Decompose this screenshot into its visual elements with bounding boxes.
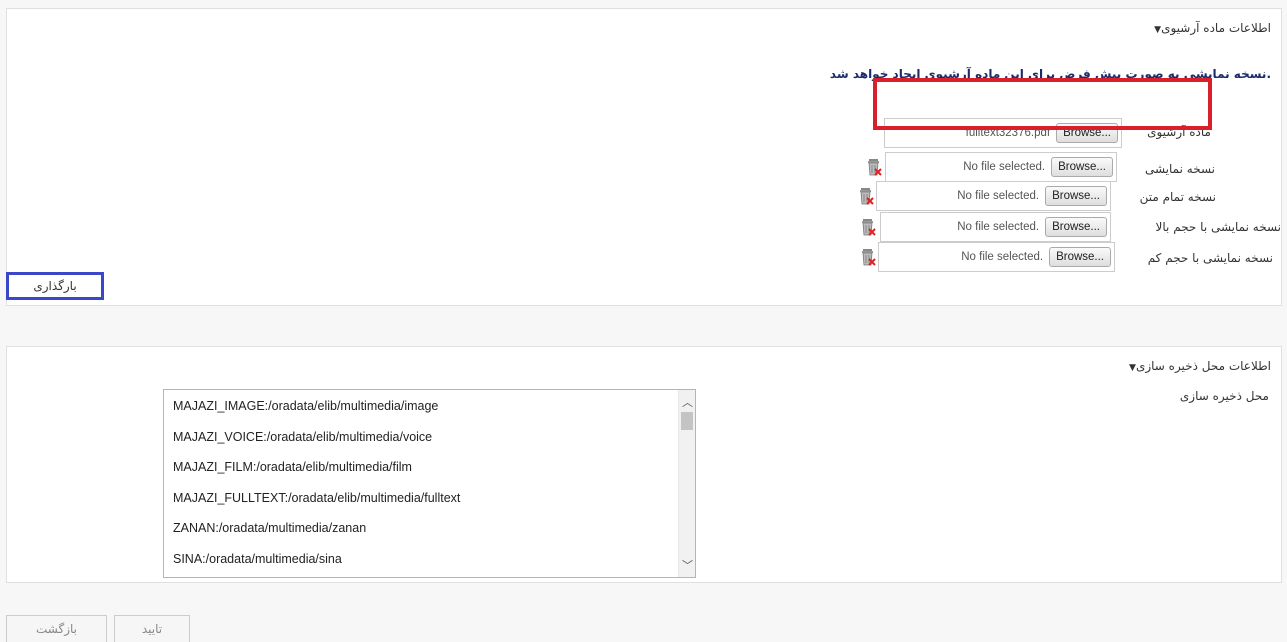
storage-location-listbox[interactable]: MAJAZI_IMAGE:/oradata/elib/multimedia/im… (163, 389, 696, 578)
confirm-button[interactable]: تایید (114, 615, 190, 642)
low-volume-version-browse-button[interactable]: Browse... (1049, 247, 1111, 267)
storage-section-title: اطلاعات محل ذخیره سازی (1135, 359, 1271, 373)
storage-location-label: محل ذخیره سازی (1179, 389, 1269, 403)
list-item[interactable]: MAJAZI_FILM:/oradata/elib/multimedia/fil… (173, 460, 412, 474)
listbox-scrollbar[interactable]: ︿ ﹀ (678, 390, 695, 577)
fulltext-version-file-input[interactable]: No file selected. Browse... (876, 181, 1111, 211)
archive-item-highlight (873, 78, 1212, 130)
list-item[interactable]: SINA:/oradata/multimedia/sina (173, 552, 342, 566)
scroll-thumb[interactable] (681, 412, 693, 430)
high-volume-version-label: نسخه نمایشی با حجم بالا (1155, 220, 1281, 234)
fulltext-version-label: نسخه تمام متن (1139, 190, 1216, 204)
fulltext-version-browse-button[interactable]: Browse... (1045, 186, 1107, 206)
delete-fulltext-version-icon[interactable] (858, 186, 874, 206)
scroll-up-icon[interactable]: ︿ (682, 394, 693, 410)
low-volume-version-file-name: No file selected. (961, 251, 1044, 263)
high-volume-version-file-input[interactable]: No file selected. Browse... (880, 212, 1111, 242)
fulltext-version-file-name: No file selected. (957, 190, 1040, 202)
upload-highlight: بارگذاری (6, 272, 104, 300)
display-version-label: نسخه نمایشی (1144, 162, 1215, 176)
display-version-file-name: No file selected. (963, 161, 1046, 173)
display-version-browse-button[interactable]: Browse... (1051, 157, 1113, 177)
storage-section-header[interactable]: ▼اطلاعات محل ذخیره سازی (1127, 359, 1271, 373)
scroll-down-icon[interactable]: ﹀ (682, 557, 693, 573)
list-item[interactable]: MAJAZI_VOICE:/oradata/elib/multimedia/vo… (173, 430, 432, 444)
archive-section-header[interactable]: ▼اطلاعات ماده آرشیوی (1152, 21, 1271, 35)
delete-low-volume-version-icon[interactable] (860, 247, 876, 267)
delete-high-volume-version-icon[interactable] (860, 217, 876, 237)
list-item[interactable]: ZANAN:/oradata/multimedia/zanan (173, 521, 366, 535)
high-volume-version-browse-button[interactable]: Browse... (1045, 217, 1107, 237)
list-item[interactable]: MAJAZI_IMAGE:/oradata/elib/multimedia/im… (173, 399, 438, 413)
archive-section-title: اطلاعات ماده آرشیوی (1161, 21, 1271, 35)
collapse-triangle-icon[interactable]: ▼ (1129, 363, 1136, 373)
low-volume-version-file-input[interactable]: No file selected. Browse... (878, 242, 1115, 272)
low-volume-version-label: نسخه نمایشی با حجم کم (1147, 251, 1273, 265)
display-version-file-input[interactable]: No file selected. Browse... (885, 152, 1117, 182)
high-volume-version-file-name: No file selected. (957, 221, 1040, 233)
delete-display-version-icon[interactable] (866, 157, 882, 177)
upload-button[interactable]: بارگذاری (12, 278, 98, 294)
back-button[interactable]: بازگشت (6, 615, 107, 642)
list-item[interactable]: MAJAZI_FULLTEXT:/oradata/elib/multimedia… (173, 491, 460, 505)
